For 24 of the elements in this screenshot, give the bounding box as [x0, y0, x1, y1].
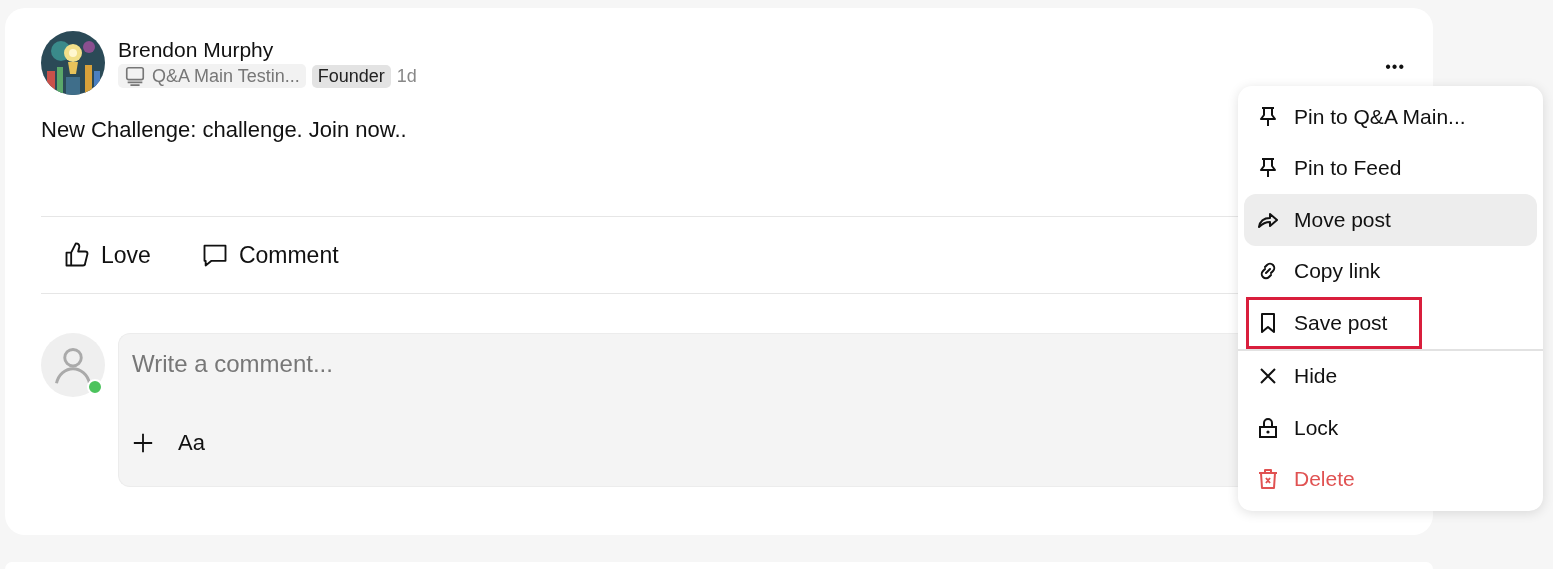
- menu-item[interactable]: Save post: [1238, 297, 1543, 351]
- monitor-icon: [124, 65, 146, 87]
- comment-button[interactable]: Comment: [200, 241, 339, 269]
- more-options-button[interactable]: •••: [1385, 58, 1405, 76]
- menu-item[interactable]: Delete: [1238, 453, 1543, 505]
- post-text: New Challenge: challenge. Join now..: [41, 117, 407, 143]
- role-badge: Founder: [311, 64, 391, 88]
- menu-item[interactable]: Pin to Feed: [1238, 142, 1543, 194]
- add-button[interactable]: [132, 432, 154, 454]
- thumbs-up-icon: [63, 241, 91, 269]
- menu-item[interactable]: Copy link: [1238, 245, 1543, 297]
- space-name: Q&A Main Testin...: [152, 65, 300, 87]
- plus-icon: [132, 432, 154, 454]
- lock-icon: [1256, 415, 1280, 440]
- post-time: 1d: [396, 65, 417, 87]
- comment-field[interactable]: Write a comment... Aa: [118, 333, 1238, 487]
- text-format-button[interactable]: Aa: [178, 430, 205, 456]
- author-name: Brendon Murphy: [118, 38, 275, 62]
- trash-icon: [1256, 467, 1280, 492]
- menu-item[interactable]: Pin to Q&A Main...: [1238, 91, 1543, 143]
- menu-item[interactable]: Lock: [1238, 402, 1543, 454]
- space-tag[interactable]: Q&A Main Testin...: [118, 64, 306, 88]
- like-button[interactable]: Love: [63, 241, 151, 269]
- menu-item[interactable]: Hide: [1238, 350, 1543, 402]
